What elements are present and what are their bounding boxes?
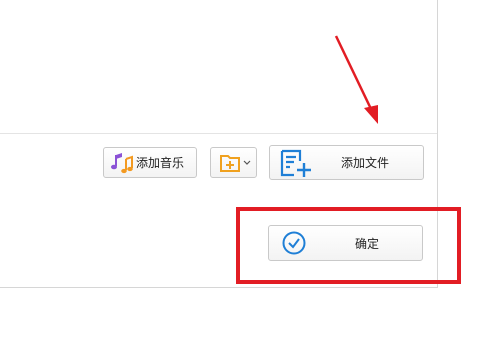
annotation-arrow <box>334 35 378 124</box>
